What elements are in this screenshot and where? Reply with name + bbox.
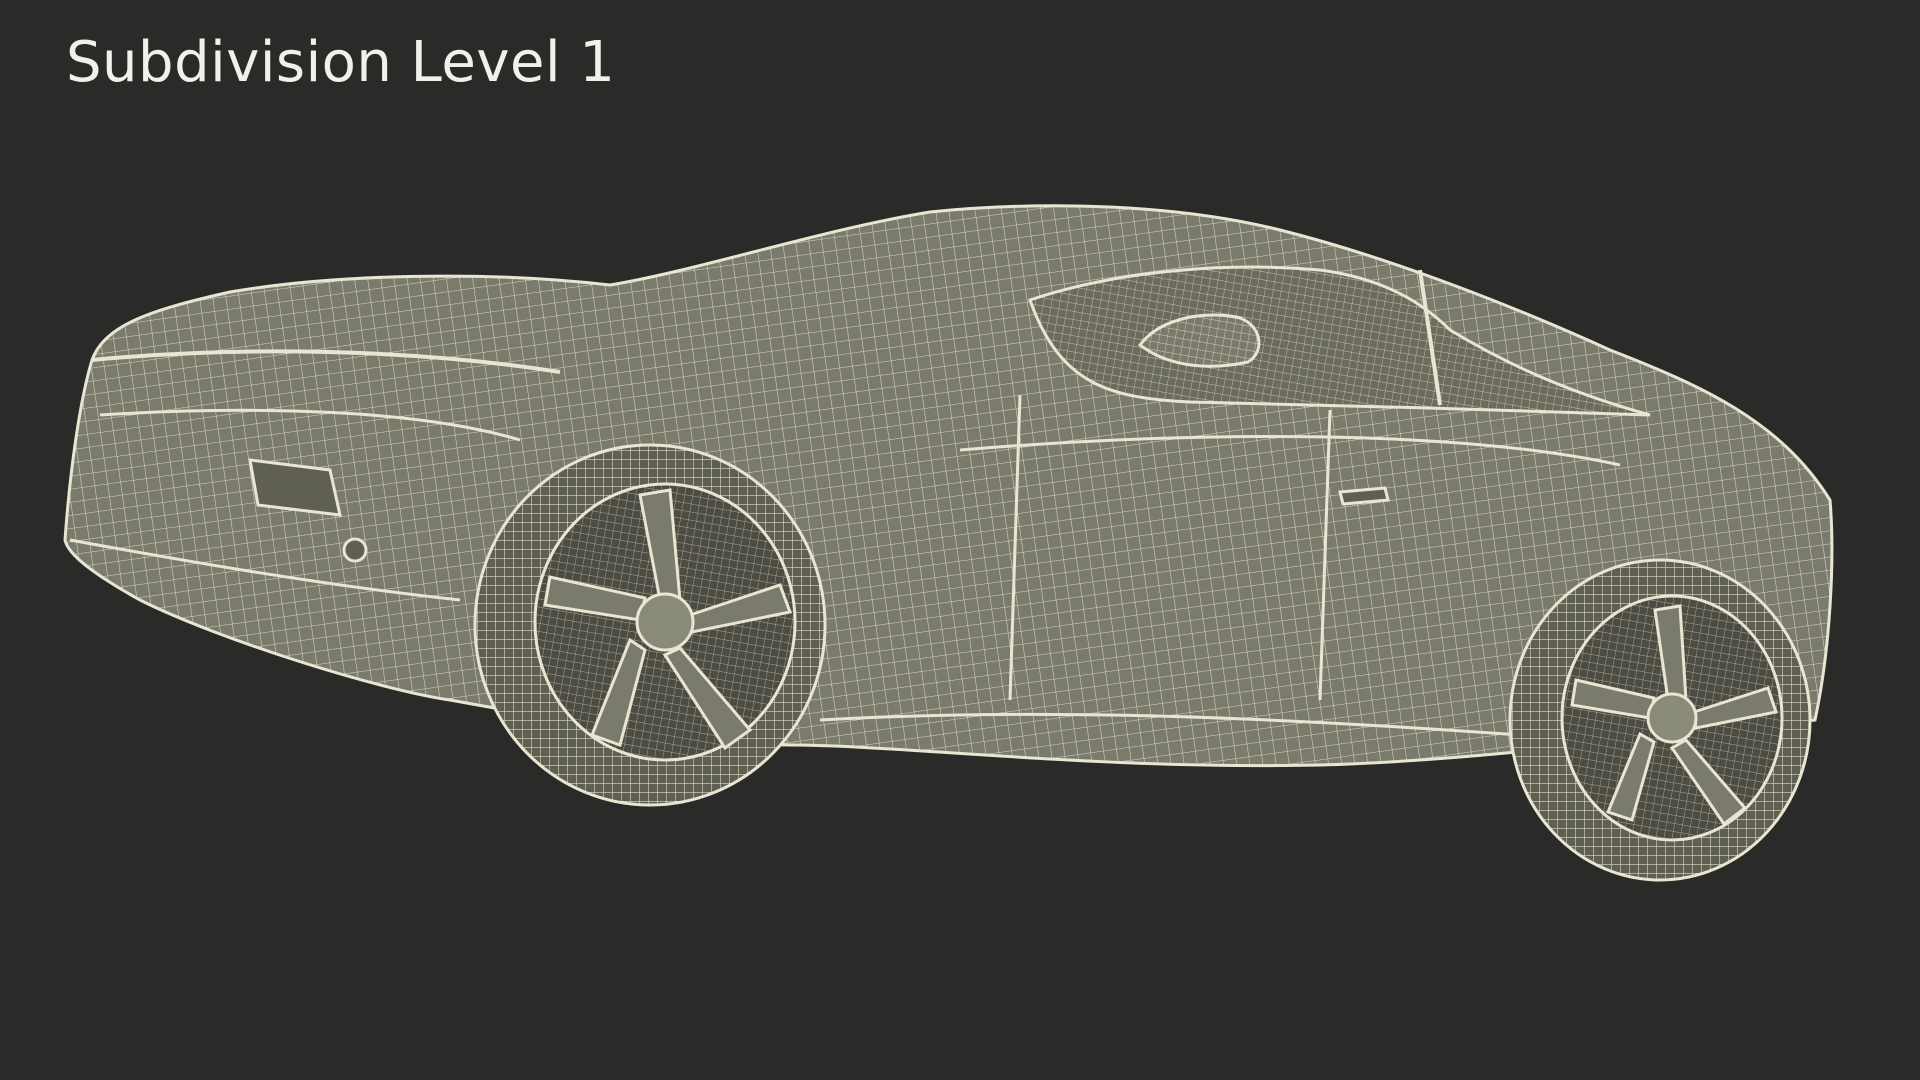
rear-wheel — [1508, 558, 1812, 882]
car-wireframe — [63, 204, 1834, 882]
rear-hub — [1646, 692, 1698, 744]
front-hub — [635, 592, 695, 652]
render-viewport: Subdivision Level 1 — [0, 0, 1920, 1080]
front-wheel — [473, 443, 827, 807]
door-handle — [1338, 486, 1390, 506]
